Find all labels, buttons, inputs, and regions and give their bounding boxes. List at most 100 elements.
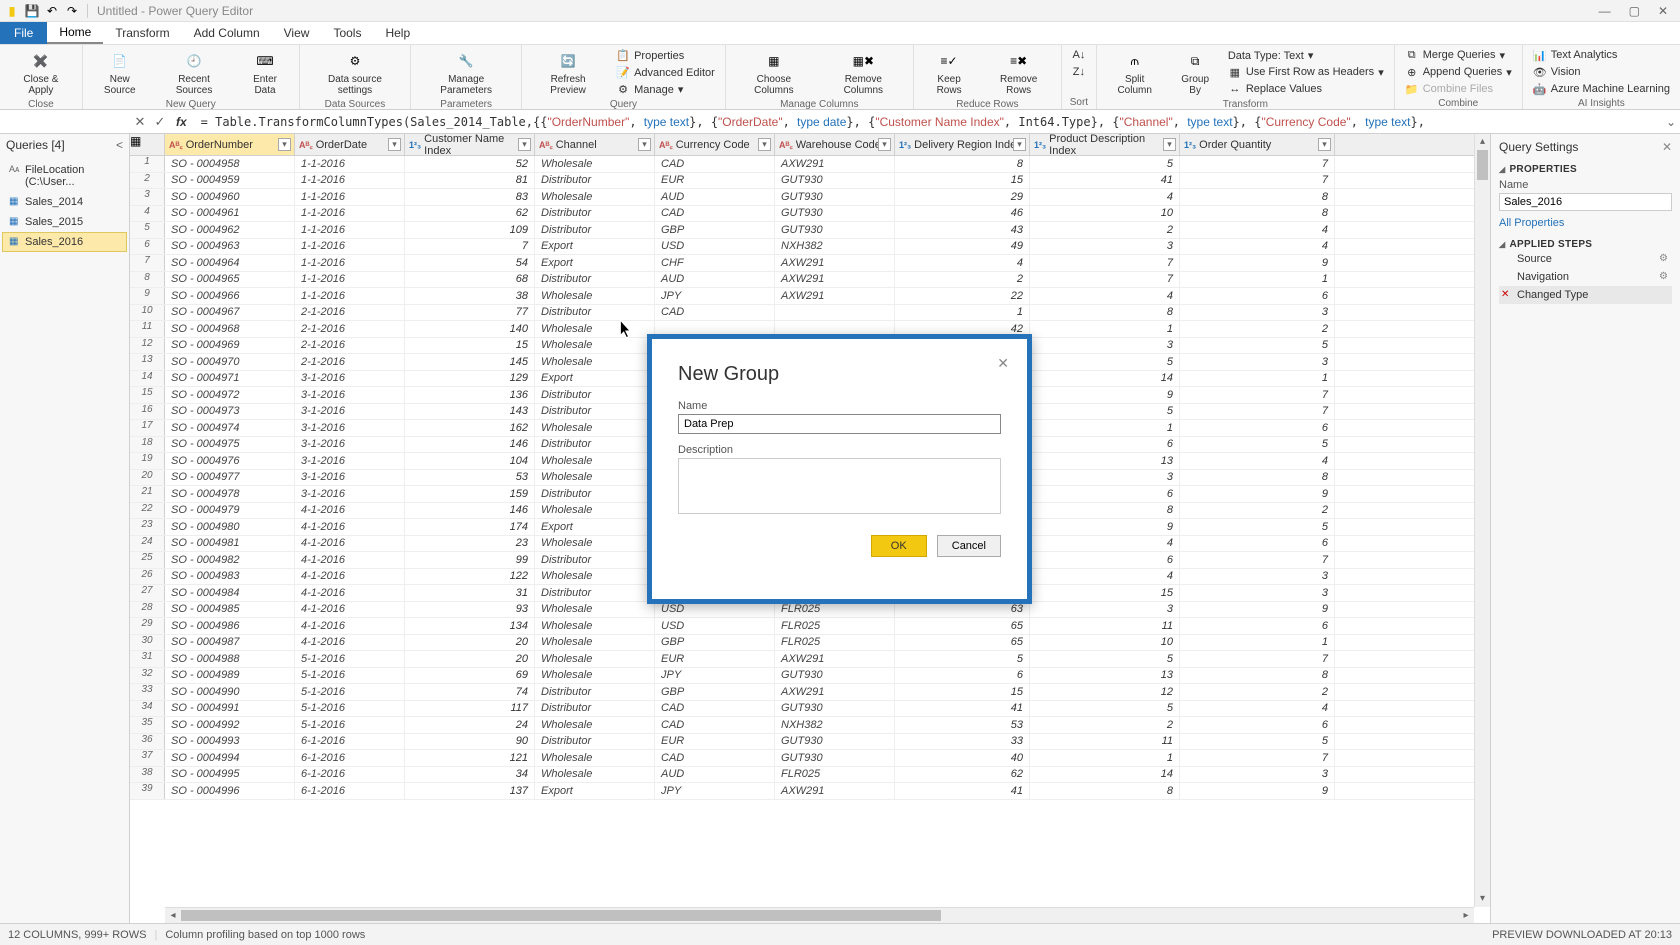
table-cell[interactable]: 2 <box>1180 321 1335 337</box>
column-header[interactable]: Aᴮ꜀OrderNumber▾ <box>165 134 295 155</box>
remove-columns-button[interactable]: ▦✖Remove Columns <box>820 47 907 98</box>
query-item[interactable]: Sales_2015 <box>2 212 127 232</box>
table-cell[interactable]: 49 <box>895 239 1030 255</box>
table-cell[interactable]: 33 <box>895 734 1030 750</box>
table-cell[interactable]: 53 <box>405 470 535 486</box>
dialog-close-icon[interactable]: ✕ <box>997 355 1009 372</box>
table-cell[interactable]: 3-1-2016 <box>295 437 405 453</box>
table-cell[interactable]: SO - 0004976 <box>165 453 295 469</box>
data-source-settings-button[interactable]: ⚙Data source settings <box>306 47 404 98</box>
table-cell[interactable]: Wholesale <box>535 651 655 667</box>
table-cell[interactable]: SO - 0004958 <box>165 156 295 172</box>
scroll-down-icon[interactable]: ▾ <box>1475 891 1490 907</box>
table-cell[interactable]: JPY <box>655 783 775 799</box>
properties-button[interactable]: 📋Properties <box>612 48 719 64</box>
table-cell[interactable]: 1-1-2016 <box>295 222 405 238</box>
table-cell[interactable]: 3-1-2016 <box>295 371 405 387</box>
tab-transform[interactable]: Transform <box>103 22 181 44</box>
table-cell[interactable]: EUR <box>655 651 775 667</box>
table-cell[interactable]: 90 <box>405 734 535 750</box>
table-cell[interactable]: 65 <box>895 635 1030 651</box>
save-icon[interactable]: 💾 <box>24 3 40 19</box>
table-cell[interactable]: AUD <box>655 272 775 288</box>
table-cell[interactable]: 1-1-2016 <box>295 288 405 304</box>
table-cell[interactable]: SO - 0004990 <box>165 684 295 700</box>
table-cell[interactable]: SO - 0004988 <box>165 651 295 667</box>
table-cell[interactable]: 3 <box>1180 569 1335 585</box>
redo-icon[interactable]: ↷ <box>64 3 80 19</box>
fx-icon[interactable]: fx <box>176 115 187 129</box>
table-cell[interactable]: 6 <box>1030 552 1180 568</box>
table-cell[interactable]: 1 <box>1030 321 1180 337</box>
table-cell[interactable]: 5 <box>1030 404 1180 420</box>
recent-sources-button[interactable]: 🕘Recent Sources <box>155 47 234 98</box>
table-cell[interactable]: 6-1-2016 <box>295 750 405 766</box>
merge-queries-button[interactable]: ⧉Merge Queries ▾ <box>1401 47 1516 63</box>
table-cell[interactable]: 10 <box>1030 635 1180 651</box>
table-cell[interactable]: 8 <box>1030 783 1180 799</box>
table-cell[interactable]: 8 <box>1180 206 1335 222</box>
table-cell[interactable]: 20 <box>405 635 535 651</box>
table-cell[interactable]: 1-1-2016 <box>295 255 405 271</box>
table-cell[interactable]: 5 <box>1030 156 1180 172</box>
table-cell[interactable]: 68 <box>405 272 535 288</box>
table-cell[interactable]: CAD <box>655 156 775 172</box>
table-cell[interactable]: Distributor <box>535 701 655 717</box>
table-cell[interactable]: Wholesale <box>535 470 655 486</box>
table-cell[interactable]: 7 <box>1030 272 1180 288</box>
table-cell[interactable]: SO - 0004982 <box>165 552 295 568</box>
table-cell[interactable]: 9 <box>1180 486 1335 502</box>
table-cell[interactable]: 15 <box>1030 585 1180 601</box>
table-cell[interactable]: CAD <box>655 717 775 733</box>
column-header[interactable]: 1²₃Product Description Index▾ <box>1030 134 1180 155</box>
table-cell[interactable]: 12 <box>1030 684 1180 700</box>
table-cell[interactable]: 1 <box>895 305 1030 321</box>
table-cell[interactable]: 2-1-2016 <box>295 338 405 354</box>
vertical-scrollbar[interactable]: ▴ ▾ <box>1474 134 1490 907</box>
table-cell[interactable]: 5 <box>1180 519 1335 535</box>
table-cell[interactable]: 11 <box>1030 734 1180 750</box>
table-cell[interactable]: SO - 0004967 <box>165 305 295 321</box>
table-cell[interactable]: 3-1-2016 <box>295 453 405 469</box>
table-cell[interactable]: 7 <box>1180 552 1335 568</box>
column-header[interactable]: Aᴮ꜀Currency Code▾ <box>655 134 775 155</box>
column-header[interactable]: Aᴮ꜀OrderDate▾ <box>295 134 405 155</box>
table-cell[interactable]: 162 <box>405 420 535 436</box>
table-cell[interactable]: 9 <box>1180 255 1335 271</box>
column-filter-icon[interactable]: ▾ <box>1013 138 1026 151</box>
table-cell[interactable]: 40 <box>895 750 1030 766</box>
table-cell[interactable]: Wholesale <box>535 536 655 552</box>
table-cell[interactable]: Wholesale <box>535 602 655 618</box>
table-cell[interactable]: JPY <box>655 668 775 684</box>
close-settings-icon[interactable]: ✕ <box>1662 140 1672 154</box>
table-cell[interactable]: 15 <box>895 173 1030 189</box>
table-cell[interactable]: 104 <box>405 453 535 469</box>
table-cell[interactable]: 1 <box>1180 272 1335 288</box>
table-cell[interactable]: GUT930 <box>775 668 895 684</box>
table-cell[interactable]: AUD <box>655 189 775 205</box>
table-cell[interactable]: SO - 0004973 <box>165 404 295 420</box>
table-cell[interactable]: Export <box>535 255 655 271</box>
table-cell[interactable]: 6 <box>1180 618 1335 634</box>
horizontal-scrollbar[interactable]: ◂ ▸ <box>165 907 1474 923</box>
applied-step[interactable]: Source⚙ <box>1499 250 1672 268</box>
table-cell[interactable]: CAD <box>655 701 775 717</box>
table-cell[interactable]: 41 <box>895 701 1030 717</box>
table-row[interactable]: 37SO - 00049946-1-2016121WholesaleCADGUT… <box>130 750 1490 767</box>
table-cell[interactable]: Wholesale <box>535 618 655 634</box>
table-cell[interactable]: SO - 0004966 <box>165 288 295 304</box>
table-cell[interactable]: 6 <box>895 668 1030 684</box>
table-cell[interactable]: Wholesale <box>535 635 655 651</box>
query-item[interactable]: Sales_2016 <box>2 232 127 252</box>
table-cell[interactable]: 3-1-2016 <box>295 420 405 436</box>
hscroll-thumb[interactable] <box>181 910 941 921</box>
table-cell[interactable]: 9 <box>1030 519 1180 535</box>
table-cell[interactable]: 13 <box>1030 668 1180 684</box>
table-cell[interactable]: 4-1-2016 <box>295 585 405 601</box>
table-cell[interactable]: SO - 0004962 <box>165 222 295 238</box>
table-cell[interactable]: 14 <box>1030 371 1180 387</box>
vscroll-thumb[interactable] <box>1477 150 1488 180</box>
scroll-right-icon[interactable]: ▸ <box>1458 908 1474 923</box>
table-cell[interactable]: AXW291 <box>775 783 895 799</box>
table-cell[interactable]: Distributor <box>535 404 655 420</box>
